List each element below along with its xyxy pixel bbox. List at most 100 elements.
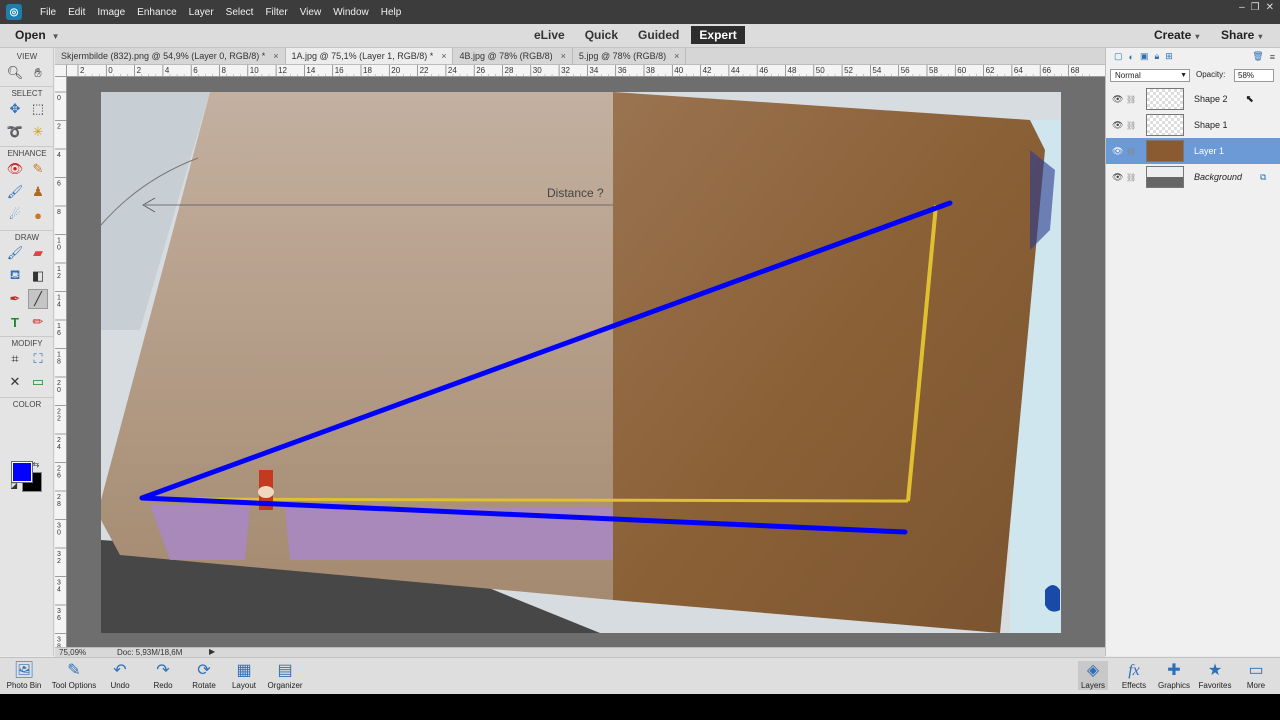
pencil-tool-icon[interactable]: ✏︎ <box>28 312 48 332</box>
more-button[interactable]: ▭ More <box>1242 661 1270 690</box>
adjustment-layer-icon[interactable]: ◐ <box>1129 52 1134 62</box>
layer-row-layer-1[interactable]: 👁︎ ⛓︎ Layer 1 <box>1106 138 1280 164</box>
menu-help[interactable]: Help <box>375 7 408 18</box>
menu-filter[interactable]: Filter <box>259 7 293 18</box>
restore-icon[interactable]: ❐ <box>1251 2 1260 13</box>
crop-tool-icon[interactable]: ⌗ <box>5 349 25 369</box>
graphics-button[interactable]: ✚ Graphics <box>1156 661 1192 690</box>
tab-5[interactable]: 5.jpg @ 78% (RGB/8) × <box>573 48 687 64</box>
ruler-label: 2 <box>57 558 61 565</box>
clone-stamp-tool-icon[interactable]: ♟ <box>28 182 48 202</box>
default-colors-icon[interactable]: ◪ <box>9 480 19 490</box>
lock-pixels-icon[interactable]: ⊞ <box>1165 51 1173 62</box>
menu-select[interactable]: Select <box>220 7 260 18</box>
swap-colors-icon[interactable]: ⇆ <box>30 459 42 469</box>
menu-file[interactable]: File <box>34 7 62 18</box>
photo-bin-button[interactable]: 🖼︎ Photo Bin <box>5 661 43 690</box>
tab-1a[interactable]: 1A.jpg @ 75,1% (Layer 1, RGB/8) * × <box>285 48 454 64</box>
close-icon[interactable]: × <box>273 51 278 61</box>
red-eye-tool-icon[interactable]: 👁︎ <box>5 159 25 179</box>
link-icon[interactable]: ⛓︎ <box>1126 147 1136 156</box>
toolbox: VIEW 🔍︎ ✋︎ SELECT ✥ ⬚ ➰ ✳ ENHANCE 👁︎ ✎ 🖌… <box>0 48 54 656</box>
zoom-tool-icon[interactable]: 🔍︎ <box>5 63 25 83</box>
eye-icon[interactable]: 👁︎ <box>1112 120 1124 131</box>
canvas-area[interactable]: Distance ? <box>67 77 1105 647</box>
close-icon[interactable]: × <box>441 51 446 61</box>
elements-logo-icon[interactable]: ◎ <box>6 4 22 20</box>
brush-tool-icon[interactable]: 🖌︎ <box>5 243 25 263</box>
effects-button[interactable]: fx Effects <box>1119 661 1149 690</box>
menu-layer[interactable]: Layer <box>183 7 220 18</box>
eye-icon[interactable]: 👁︎ <box>1112 146 1124 157</box>
foreground-color-swatch[interactable] <box>11 461 33 483</box>
share-button[interactable]: Share ▾ <box>1221 28 1262 42</box>
opacity-value: 58% <box>1238 71 1255 80</box>
layer-mask-icon[interactable]: ▣ <box>1140 51 1149 62</box>
panel-menu-icon[interactable]: ≡ <box>1270 52 1275 62</box>
smart-brush-tool-icon[interactable]: 🖌︎ <box>5 182 25 202</box>
tool-options-button[interactable]: ✎ Tool Options <box>49 661 99 690</box>
layer-row-background[interactable]: 👁︎ ⛓︎ Background ⧉ <box>1106 164 1280 190</box>
eye-icon[interactable]: 👁︎ <box>1112 94 1124 105</box>
content-aware-move-tool-icon[interactable]: ✕ <box>5 372 25 392</box>
paint-bucket-tool-icon[interactable]: ⛾ <box>5 266 25 286</box>
tab-skjermbilde[interactable]: Skjermbilde (832).png @ 54,9% (Layer 0, … <box>55 48 286 64</box>
hand-tool-icon[interactable]: ✋︎ <box>28 63 48 83</box>
eraser-tool-icon[interactable]: ▰ <box>28 243 48 263</box>
mode-expert[interactable]: Expert <box>691 26 745 44</box>
undo-button[interactable]: ↶ Undo <box>107 661 133 690</box>
menu-view[interactable]: View <box>294 7 328 18</box>
mode-guided[interactable]: Guided <box>630 26 687 44</box>
layer-row-shape-1[interactable]: 👁︎ ⛓︎ Shape 1 <box>1106 112 1280 138</box>
layout-button[interactable]: ▦ Layout <box>230 661 258 690</box>
menu-enhance[interactable]: Enhance <box>131 7 182 18</box>
eye-icon[interactable]: 👁︎ <box>1112 172 1124 183</box>
blur-tool-icon[interactable]: ☄ <box>5 205 25 225</box>
spot-healing-tool-icon[interactable]: ✎ <box>28 159 48 179</box>
tab-label: 5.jpg @ 78% (RGB/8) <box>578 51 667 61</box>
zoom-level[interactable]: 75,09% <box>59 648 86 657</box>
status-menu-arrow-icon[interactable]: ▶ <box>209 647 215 656</box>
link-icon[interactable]: ⛓︎ <box>1126 173 1136 182</box>
create-button[interactable]: Create ▾ <box>1154 28 1199 42</box>
opacity-field[interactable]: 58% <box>1234 69 1274 82</box>
close-icon[interactable]: × <box>674 51 679 61</box>
lock-icon[interactable]: 🔒︎ <box>1154 51 1159 62</box>
mode-quick[interactable]: Quick <box>577 26 626 44</box>
trash-icon[interactable]: 🗑︎ <box>1252 51 1263 62</box>
link-icon[interactable]: ⛓︎ <box>1126 121 1136 130</box>
layer-row-shape-2[interactable]: 👁︎ ⛓︎ Shape 2 ⬉ <box>1106 86 1280 112</box>
minimize-icon[interactable]: – <box>1239 2 1245 13</box>
close-icon[interactable]: ✕ <box>1266 2 1274 13</box>
marquee-tool-icon[interactable]: ⬚ <box>28 99 48 119</box>
mode-elive[interactable]: eLive <box>526 26 573 44</box>
line-shape-tool-icon[interactable]: ╱ <box>28 289 48 309</box>
type-tool-icon[interactable]: T <box>5 312 25 332</box>
favorites-button[interactable]: ★ Favorites <box>1197 661 1233 690</box>
rotate-button[interactable]: ⟳ Rotate <box>190 661 218 690</box>
blend-mode-select[interactable]: Normal ▼ <box>1110 69 1190 82</box>
menu-image[interactable]: Image <box>91 7 131 18</box>
recompose-tool-icon[interactable]: ⛶ <box>28 349 48 369</box>
eyedropper-tool-icon[interactable]: ✒ <box>5 289 25 309</box>
straighten-tool-icon[interactable]: ▭ <box>28 372 48 392</box>
lock-icon[interactable]: ⧉ <box>1260 172 1266 183</box>
ruler-label: 6 <box>57 181 61 188</box>
redo-button[interactable]: ↷ Redo <box>150 661 176 690</box>
document-canvas[interactable]: Distance ? <box>67 77 1105 647</box>
menu-edit[interactable]: Edit <box>62 7 91 18</box>
organizer-button[interactable]: ▤ Organizer <box>266 661 304 690</box>
sponge-tool-icon[interactable]: ● <box>28 205 48 225</box>
menu-window[interactable]: Window <box>327 7 375 18</box>
ruler-label: 3 <box>57 608 61 615</box>
layers-button[interactable]: ◈ Layers <box>1078 661 1108 690</box>
close-icon[interactable]: × <box>561 51 566 61</box>
link-icon[interactable]: ⛓︎ <box>1126 95 1136 104</box>
lasso-tool-icon[interactable]: ➰ <box>5 122 25 142</box>
gradient-tool-icon[interactable]: ◧ <box>28 266 48 286</box>
magic-wand-tool-icon[interactable]: ✳ <box>28 122 48 142</box>
open-button[interactable]: Open ▼ <box>15 28 60 42</box>
tab-4b[interactable]: 4B.jpg @ 78% (RGB/8) × <box>453 48 573 64</box>
move-tool-icon[interactable]: ✥ <box>5 99 25 119</box>
new-layer-icon[interactable]: ▢ <box>1114 51 1123 62</box>
